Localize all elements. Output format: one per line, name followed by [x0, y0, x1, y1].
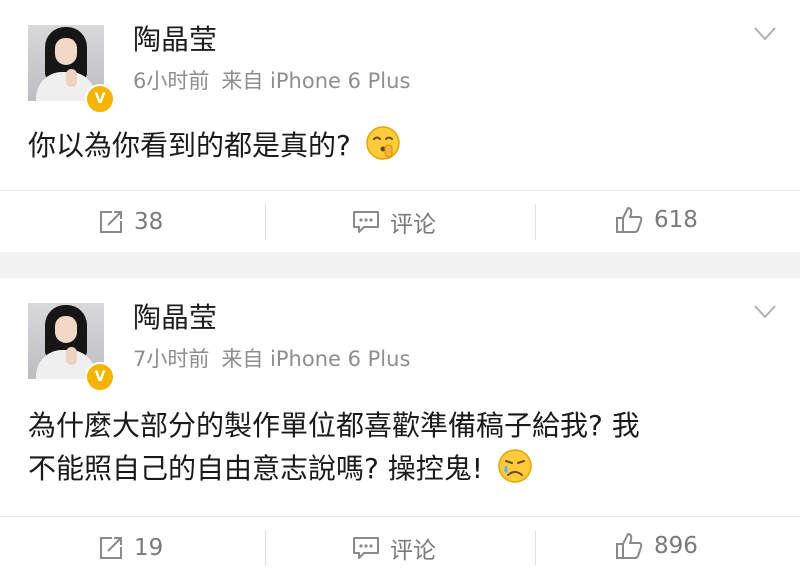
- chevron-down-icon[interactable]: [754, 27, 776, 41]
- like-button[interactable]: 618: [614, 204, 698, 236]
- like-button[interactable]: 896: [614, 530, 698, 562]
- repost-icon: [100, 537, 122, 559]
- action-bar-divider: [0, 190, 800, 191]
- thumbs-up-icon: [616, 533, 643, 559]
- comment-button[interactable]: 评论: [352, 532, 436, 564]
- post-text-line: 不能照自己的自由意志說嗎? 操控鬼!: [28, 452, 483, 485]
- comment-icon: [353, 537, 379, 559]
- post-text-line: 你以為你看到的都是真的?: [28, 129, 351, 162]
- repost-icon: [100, 211, 122, 233]
- comment-icon: [353, 211, 379, 233]
- post-content: 你以為你看到的都是真的?: [28, 124, 768, 173]
- repost-button[interactable]: 38: [98, 206, 163, 238]
- like-count: 896: [654, 533, 698, 559]
- comment-label: 评论: [390, 212, 436, 238]
- verified-badge: V: [85, 84, 115, 114]
- weibo-post: V 陶晶莹 6小时前 来自 iPhone 6 Plus 你以為你看到的都是真的? …: [0, 0, 800, 252]
- comment-button[interactable]: 评论: [352, 206, 436, 238]
- weibo-post: V 陶晶莹 7小时前 来自 iPhone 6 Plus 為什麼大部分的製作單位都喜…: [0, 278, 800, 578]
- like-count: 618: [654, 207, 698, 233]
- post-time: 7小时前: [133, 347, 210, 371]
- repost-count: 38: [134, 209, 164, 235]
- author-name[interactable]: 陶晶莹: [133, 24, 217, 56]
- sad-face-emoji: [497, 448, 533, 496]
- post-time: 6小时前: [133, 69, 210, 93]
- chevron-down-icon[interactable]: [754, 305, 776, 319]
- post-source: 来自 iPhone 6 Plus: [221, 69, 411, 93]
- post-meta: 6小时前 来自 iPhone 6 Plus: [133, 68, 410, 94]
- action-separator: [265, 204, 266, 240]
- shush-face-emoji: [365, 125, 401, 173]
- post-source: 来自 iPhone 6 Plus: [221, 347, 411, 371]
- repost-count: 19: [134, 535, 164, 561]
- author-name[interactable]: 陶晶莹: [133, 302, 217, 334]
- repost-button[interactable]: 19: [98, 532, 163, 564]
- action-separator: [535, 530, 536, 566]
- action-bar-divider: [0, 516, 800, 517]
- post-meta: 7小时前 来自 iPhone 6 Plus: [133, 346, 410, 372]
- post-content: 為什麼大部分的製作單位都喜歡準備稿子給我? 我 不能照自己的自由意志說嗎? 操控…: [28, 404, 768, 496]
- verified-badge: V: [85, 362, 115, 392]
- action-separator: [265, 530, 266, 566]
- comment-label: 评论: [390, 538, 436, 564]
- post-text-line-2: 不能照自己的自由意志說嗎? 操控鬼!: [28, 447, 768, 496]
- thumbs-up-icon: [616, 207, 643, 233]
- action-separator: [535, 204, 536, 240]
- post-text-line: 為什麼大部分的製作單位都喜歡準備稿子給我? 我: [28, 409, 640, 442]
